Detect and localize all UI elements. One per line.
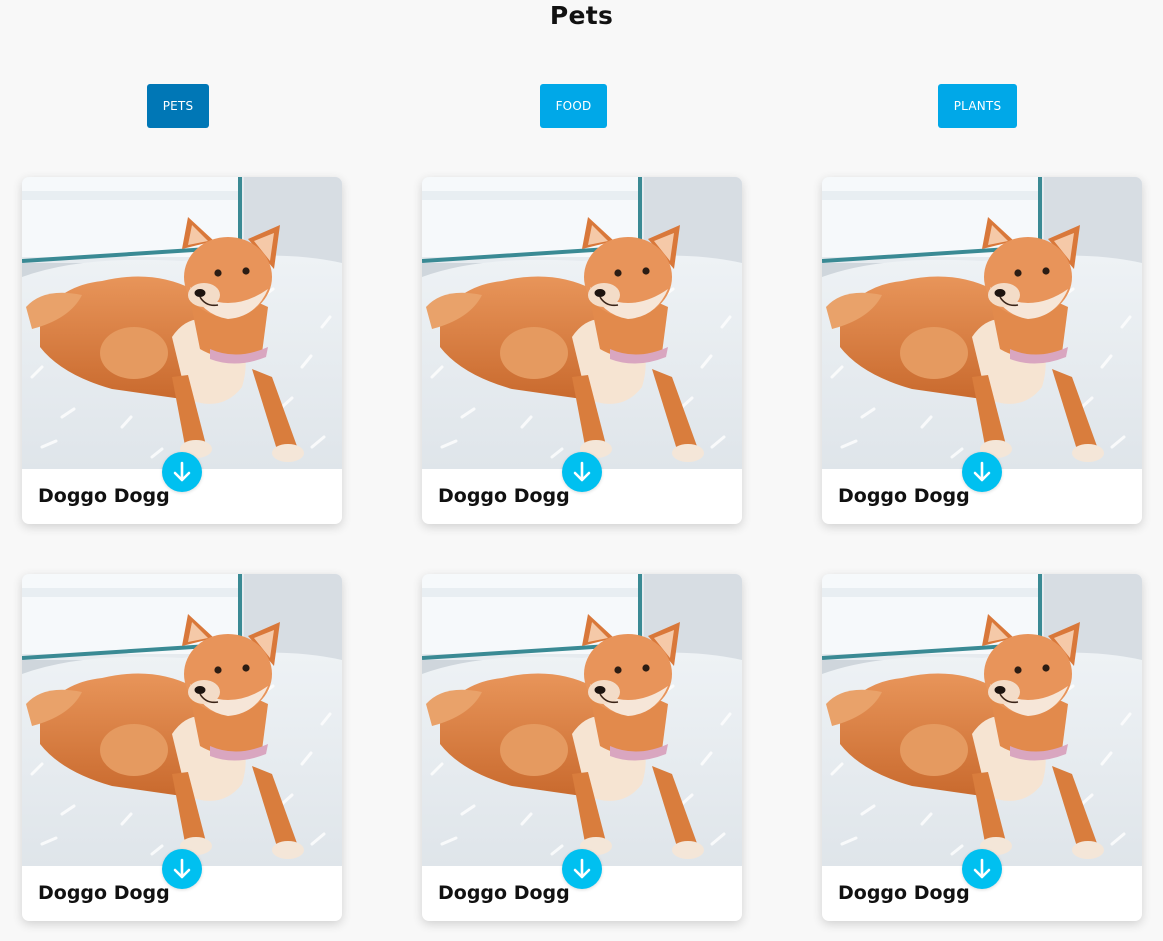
card-title: Doggo Dogg	[438, 882, 570, 904]
card-title: Doggo Dogg	[38, 882, 170, 904]
image-card: Doggo Dogg	[22, 177, 342, 524]
arrow-down-icon	[973, 461, 991, 482]
arrow-down-icon	[173, 858, 191, 879]
image-card: Doggo Dogg	[422, 574, 742, 921]
dog-photo	[822, 177, 1142, 469]
page: Pets PETS FOOD PLANTS Doggo Dogg Doggo D…	[0, 0, 1163, 941]
card-title: Doggo Dogg	[438, 485, 570, 507]
image-card: Doggo Dogg	[422, 177, 742, 524]
page-title: Pets	[549, 1, 614, 30]
tab-pets[interactable]: PETS	[147, 84, 209, 128]
arrow-down-icon	[573, 461, 591, 482]
image-card: Doggo Dogg	[822, 177, 1142, 524]
tab-food[interactable]: FOOD	[540, 84, 607, 128]
image-card: Doggo Dogg	[822, 574, 1142, 921]
arrow-down-icon	[173, 461, 191, 482]
arrow-down-icon	[973, 858, 991, 879]
card-title: Doggo Dogg	[838, 882, 970, 904]
arrow-down-icon	[573, 858, 591, 879]
dog-photo	[422, 177, 742, 469]
dog-photo	[22, 177, 342, 469]
dog-photo	[822, 574, 1142, 866]
card-title: Doggo Dogg	[838, 485, 970, 507]
image-card: Doggo Dogg	[22, 574, 342, 921]
tab-plants[interactable]: PLANTS	[938, 84, 1017, 128]
card-title: Doggo Dogg	[38, 485, 170, 507]
dog-photo	[422, 574, 742, 866]
dog-photo	[22, 574, 342, 866]
